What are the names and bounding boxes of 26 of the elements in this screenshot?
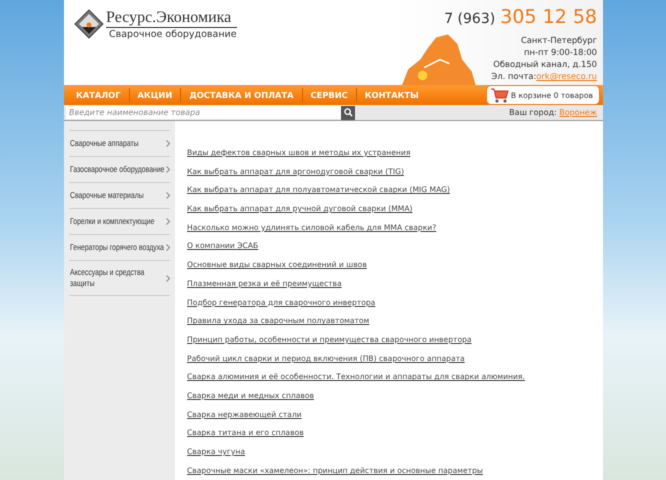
logo-subtitle: Сварочное оборудование xyxy=(109,29,237,40)
search-field[interactable]: Введите наименование товара xyxy=(66,106,341,119)
address-line: пн-пт 9:00-18:00 xyxy=(523,46,597,58)
chevron-icon xyxy=(166,140,170,147)
sidebar-item[interactable]: Горелки и комплектующие xyxy=(69,208,170,234)
chevron-icon xyxy=(166,218,170,225)
logo-icon xyxy=(74,9,104,39)
address-line: Обводный канал, д.150 xyxy=(492,58,597,70)
address-line: Санкт-Петербург xyxy=(520,34,597,46)
chevron-icon xyxy=(166,166,170,173)
chevron-icon xyxy=(166,274,170,282)
city-label: Ваш город: xyxy=(509,108,557,117)
sidebar-item[interactable]: Сварочные материалы xyxy=(69,182,170,208)
sidebar-item[interactable]: Аксессуары и средства защиты xyxy=(69,260,170,296)
email-label: Эл. почта: xyxy=(491,71,536,81)
chevron-icon xyxy=(166,244,170,251)
sidebar-item[interactable]: Сварочные аппараты xyxy=(69,130,170,156)
sidebar-item[interactable]: Газосварочное оборудование xyxy=(69,156,170,182)
search-button[interactable] xyxy=(341,106,355,120)
phone-prefix: 7 (963) xyxy=(444,11,496,27)
cart-icon xyxy=(490,87,509,103)
phone-number: 305 12 58 xyxy=(500,6,597,28)
logo-title[interactable]: Ресурс.Экономика xyxy=(106,9,237,28)
search-icon xyxy=(344,108,352,117)
sidebar-item[interactable]: Генераторы горячего воздуха xyxy=(69,234,170,260)
chevron-icon xyxy=(166,192,170,199)
